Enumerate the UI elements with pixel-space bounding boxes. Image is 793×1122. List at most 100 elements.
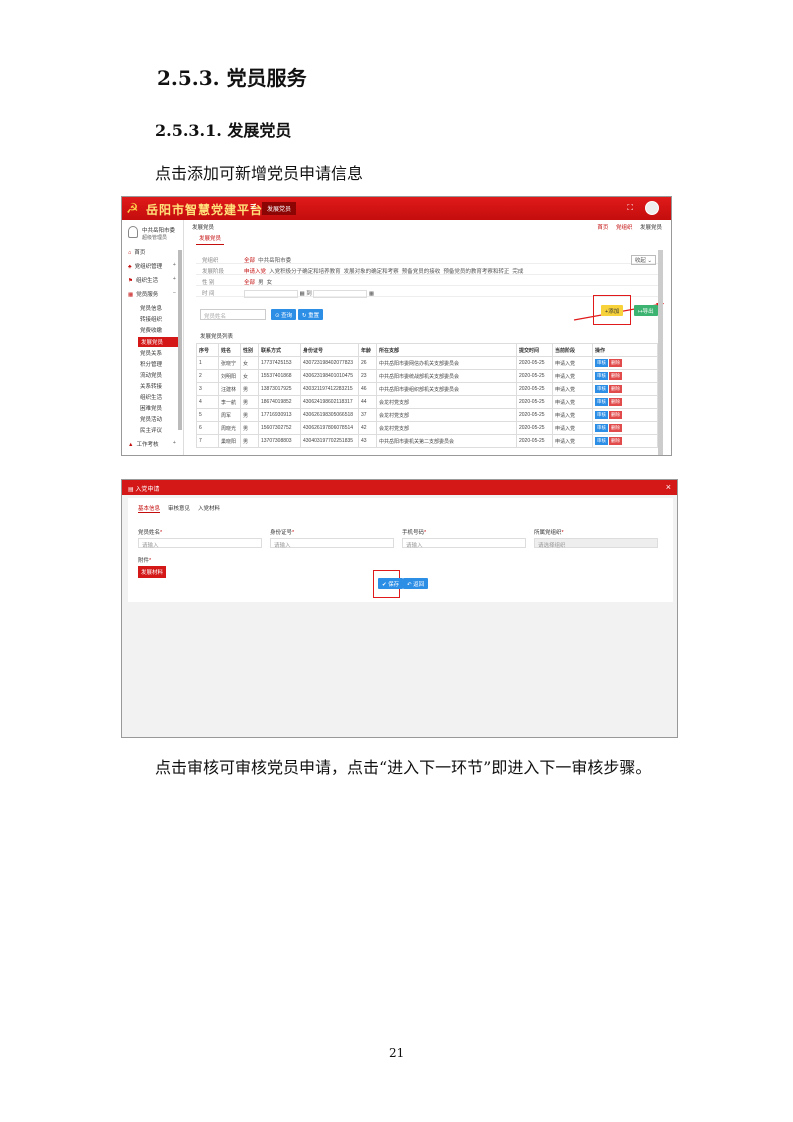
review-button[interactable]: 审核 [595, 424, 608, 432]
org-select[interactable]: 请选择组织 [534, 538, 658, 549]
filter-options: ▦ 到 ▦ [244, 289, 374, 298]
plus-icon: + [172, 440, 176, 446]
sidebar-sub-item[interactable]: 党员信息 [140, 304, 162, 312]
table-cell: 2020-05-25 [516, 408, 553, 422]
sidebar-item-service[interactable]: ▦ 党员服务 − [122, 290, 184, 302]
filter-option[interactable]: 中共岳阳市委 [258, 258, 291, 264]
filter-option[interactable]: 完成 [512, 269, 523, 275]
filter-option[interactable]: 预备党员的接收 [402, 269, 441, 275]
table-cell: 会龙村党支部 [376, 408, 517, 422]
close-icon[interactable]: × [666, 482, 671, 492]
sidebar-item-life[interactable]: ⚑ 组织生活 + [122, 276, 184, 288]
back-button[interactable]: ↶ 返回 [403, 578, 429, 589]
date-end-input[interactable] [313, 289, 368, 298]
tab-develop-member[interactable]: 发展党员 [196, 232, 225, 245]
filter-option[interactable]: 女 [267, 280, 273, 286]
filter-option[interactable]: 男 [258, 280, 264, 286]
filter-option[interactable]: 入党积极分子确定和培养教育 [269, 269, 341, 275]
reset-button[interactable]: ↻ 重置 [298, 309, 324, 320]
delete-button[interactable]: 删除 [609, 411, 622, 419]
fullscreen-icon[interactable]: ⛶ [627, 203, 633, 213]
table-cell: 男 [240, 434, 259, 448]
id-number-field[interactable]: 请输入 [270, 538, 394, 549]
review-button[interactable]: 审核 [595, 359, 608, 367]
avatar[interactable] [645, 201, 659, 215]
phone-field[interactable]: 请输入 [402, 538, 526, 549]
table-row: 6 周晓光男 15607302752 430626197806078514 42 会龙村党… [196, 421, 658, 435]
filter-row-stage: 发展阶段 申请入党 入党积极分子确定和培养教育 发展对象的确定和考察 预备党员的… [196, 265, 658, 275]
review-button[interactable]: 审核 [595, 411, 608, 419]
col-header: 序号 [196, 343, 219, 357]
review-button[interactable]: 审核 [595, 385, 608, 393]
delete-button[interactable]: 删除 [609, 437, 622, 445]
top-link[interactable]: 党组织 [616, 225, 633, 231]
sidebar-scrollbar[interactable] [178, 250, 182, 430]
review-button[interactable]: 审核 [595, 437, 608, 445]
sidebar-sub-item[interactable]: 党员关系 [140, 349, 162, 357]
paragraph-add: 点击添加可新增党员申请信息 [155, 164, 364, 183]
collapse-button[interactable]: 收起 ⌄ [630, 255, 656, 265]
table-cell: 6 [196, 421, 219, 435]
delete-button[interactable]: 删除 [609, 372, 622, 380]
sidebar-sub-item[interactable]: 党费收缴 [140, 326, 162, 334]
main-scrollbar[interactable] [658, 250, 663, 455]
sidebar-sub-item[interactable]: 党员活动 [140, 415, 162, 423]
delete-button[interactable]: 删除 [609, 385, 622, 393]
filter-option[interactable]: 全部 [244, 258, 255, 264]
sidebar-item-home[interactable]: ⌂ 首页 [122, 248, 184, 260]
filter-option[interactable]: 发展对象的确定和考察 [344, 269, 399, 275]
tab-active[interactable]: 发展党员 [262, 202, 297, 215]
name-field[interactable]: 请输入 [138, 538, 262, 549]
top-link[interactable]: 首页 [597, 225, 608, 231]
sidebar-sub-item[interactable]: 组织生活 [140, 393, 162, 401]
check-icon: ✔ [382, 582, 387, 588]
table-row: 4 李一航男 18674019852 430624198602118317 44 会龙村党… [196, 395, 658, 409]
table-cell: 5 [196, 408, 219, 422]
attachment-label: 附件* [138, 556, 151, 564]
list-title: 发展党员列表 [200, 334, 234, 340]
tab-materials[interactable]: 入党材料 [198, 504, 220, 512]
calendar-icon[interactable]: ▦ [300, 291, 305, 297]
search-input[interactable]: 党员姓名 [200, 309, 266, 320]
table-row: 5 周军男 17716930913 430626198305066518 37 会龙村党支… [196, 408, 658, 422]
delete-button[interactable]: 删除 [609, 424, 622, 432]
table-cell: 申请入党 [552, 395, 593, 409]
sidebar-item-label: 党员服务 [136, 292, 159, 298]
col-header: 联系方式 [258, 343, 301, 357]
filter-option[interactable]: 预备党员的教育考察和转正 [443, 269, 509, 275]
sidebar-item-assess[interactable]: ▲ 工作考核 + [122, 440, 184, 452]
review-button[interactable]: 审核 [595, 372, 608, 380]
upload-button[interactable]: 发展材料 [138, 566, 167, 578]
calendar-icon[interactable]: ▦ [369, 291, 374, 297]
filter-option[interactable]: 申请入党 [244, 269, 266, 275]
table-cell: 张晓宁 [218, 356, 241, 370]
sidebar-item-org[interactable]: ♣ 党组织管理 + [122, 262, 184, 274]
field-label-phone: 手机号码* [402, 528, 426, 536]
top-link[interactable]: 发展党员 [640, 225, 662, 231]
date-start-input[interactable] [244, 289, 298, 298]
sidebar-sub-item[interactable]: 流动党员 [140, 371, 162, 379]
sidebar-sub-item[interactable]: 转接组织 [140, 315, 162, 323]
sidebar-sub-item[interactable]: 困难党员 [140, 404, 162, 412]
search-button[interactable]: ⊙ 查询 [271, 309, 297, 320]
tab-basic-info[interactable]: 基本信息 [138, 504, 161, 513]
table-cell: 女 [240, 369, 259, 383]
page-number: 21 [389, 1046, 405, 1060]
add-button[interactable]: +添加 [601, 305, 624, 316]
sidebar-sub-item[interactable]: 积分管理 [140, 360, 162, 368]
sidebar-sub-item[interactable]: 民主评议 [140, 426, 162, 434]
tab-review[interactable]: 审核意见 [168, 504, 190, 512]
delete-button[interactable]: 删除 [609, 398, 622, 406]
review-button[interactable]: 审核 [595, 398, 608, 406]
delete-button[interactable]: 删除 [609, 359, 622, 367]
sidebar-sub-item-active[interactable]: 发展党员 [138, 337, 178, 347]
table-cell: 2020-05-25 [516, 395, 553, 409]
sidebar-sub-item[interactable]: 关系转接 [140, 382, 162, 390]
table-cell: 430624198602118317 [300, 395, 359, 409]
filter-options: 全部 男 女 [244, 278, 272, 286]
export-button[interactable]: ↦导出 [634, 305, 658, 316]
sidebar: 中共岳阳市委 超级管理员 ⌂ 首页 ♣ 党组织管理 + ⚑ 组织生活 + ▦ 党员服务 − 党… [122, 220, 184, 455]
save-button[interactable]: ✔ 保存 [378, 578, 404, 589]
filter-option[interactable]: 全部 [244, 280, 255, 286]
menu-icon[interactable]: ≡ [250, 201, 256, 213]
